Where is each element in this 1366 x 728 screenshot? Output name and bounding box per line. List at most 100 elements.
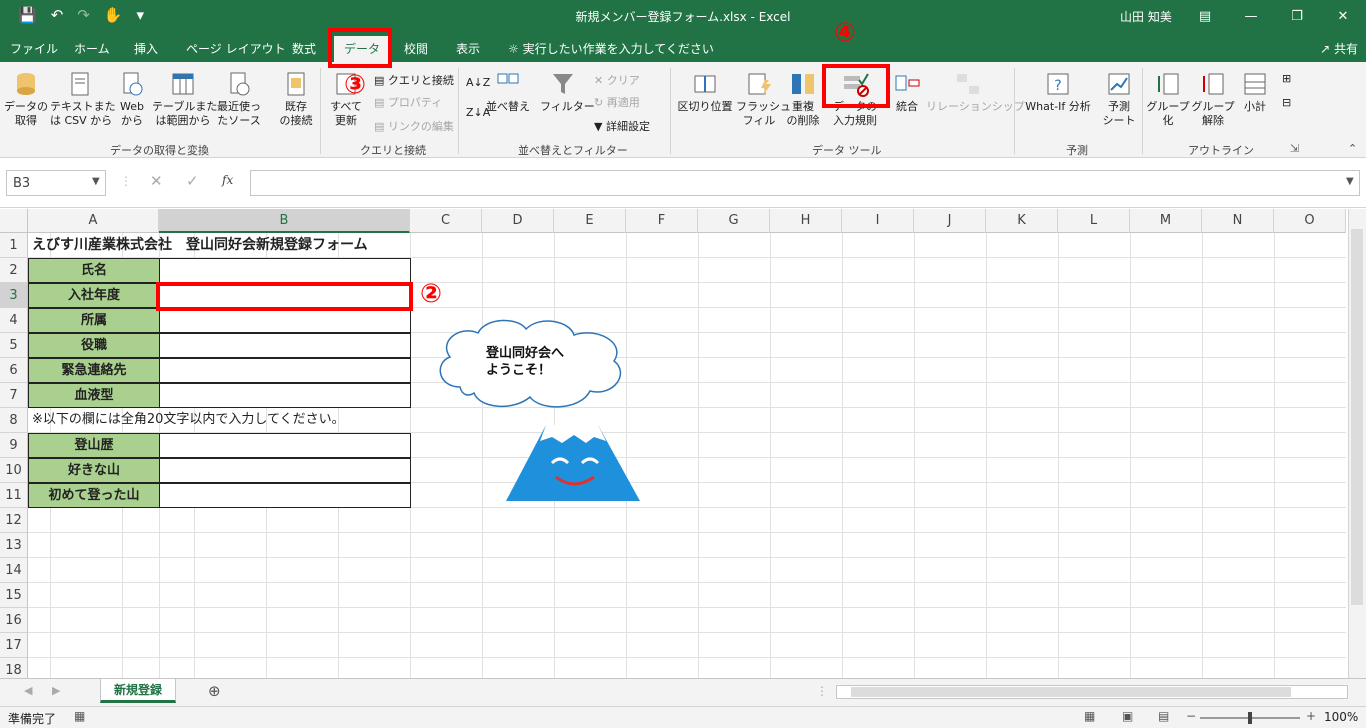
recent-sources-button[interactable]: 最近使っ たソース <box>214 70 264 128</box>
advanced-filter-button[interactable]: ▼ 詳細設定 <box>594 118 650 134</box>
enter-icon[interactable]: ✓ <box>186 172 199 190</box>
input-emergency-contact[interactable] <box>159 358 411 383</box>
column-header-i[interactable]: I <box>842 209 914 233</box>
subtotal-button[interactable]: 小計 <box>1238 70 1272 114</box>
forecast-sheet-button[interactable]: 予測 シート <box>1100 70 1138 128</box>
input-department[interactable] <box>159 308 411 333</box>
consolidate-button[interactable]: 統合 <box>890 70 924 114</box>
horizontal-scroll-thumb[interactable] <box>851 687 1291 697</box>
label-name[interactable]: 氏名 <box>28 258 160 283</box>
label-favorite-mountain[interactable]: 好きな山 <box>28 458 160 483</box>
row-header[interactable]: 4 <box>0 308 28 333</box>
row-header[interactable]: 7 <box>0 383 28 408</box>
row-header[interactable]: 17 <box>0 633 28 658</box>
input-position[interactable] <box>159 333 411 358</box>
splitter-icon[interactable]: ⋮ <box>816 684 828 698</box>
column-header-c[interactable]: C <box>410 209 482 233</box>
row-header[interactable]: 10 <box>0 458 28 483</box>
from-web-button[interactable]: Web から <box>114 70 150 128</box>
row-header[interactable]: 8 <box>0 408 28 433</box>
label-climbing-history[interactable]: 登山歴 <box>28 433 160 458</box>
reapply-button[interactable]: ↻ 再適用 <box>594 94 640 110</box>
column-header-l[interactable]: L <box>1058 209 1130 233</box>
filter-button[interactable]: フィルター <box>540 70 595 114</box>
horizontal-scrollbar[interactable] <box>836 685 1348 699</box>
column-header-o[interactable]: O <box>1274 209 1346 233</box>
user-name[interactable]: 山田 知美 <box>1120 8 1172 25</box>
properties-button[interactable]: ▤ プロパティ <box>374 94 442 110</box>
get-data-button[interactable]: データの 取得 <box>4 70 48 128</box>
tab-insert[interactable]: 挿入 <box>134 40 158 57</box>
row-header[interactable]: 15 <box>0 583 28 608</box>
column-header-e[interactable]: E <box>554 209 626 233</box>
input-first-mountain[interactable] <box>159 483 411 508</box>
zoom-slider[interactable] <box>1200 712 1300 724</box>
next-sheet-icon[interactable]: ▶ <box>52 684 60 697</box>
input-blood-type[interactable] <box>159 383 411 408</box>
zoom-in-icon[interactable]: + <box>1306 709 1316 723</box>
prev-sheet-icon[interactable]: ◀ <box>24 684 32 697</box>
column-header-g[interactable]: G <box>698 209 770 233</box>
label-join-year[interactable]: 入社年度 <box>28 283 160 308</box>
row-header[interactable]: 1 <box>0 233 28 258</box>
tab-formulas[interactable]: 数式 <box>292 40 316 57</box>
tab-home[interactable]: ホーム <box>74 40 110 57</box>
macro-record-icon[interactable]: ▦ <box>74 709 85 723</box>
relationships-button[interactable]: リレーションシップ <box>926 70 1025 114</box>
zoom-out-icon[interactable]: − <box>1186 709 1196 723</box>
add-sheet-icon[interactable]: ⊕ <box>208 682 221 700</box>
row-header[interactable]: 5 <box>0 333 28 358</box>
tab-view[interactable]: 表示 <box>456 40 480 57</box>
sheet-tab-shinki-toroku[interactable]: 新規登録 <box>100 679 176 703</box>
input-note[interactable]: ※以下の欄には全角20文字以内で入力してください。 <box>28 408 410 433</box>
ribbon-display-icon[interactable]: ▤ <box>1182 0 1228 32</box>
form-title[interactable]: えびす川産業株式会社 登山同好会新規登録フォーム <box>28 233 410 258</box>
close-icon[interactable]: ✕ <box>1320 0 1366 32</box>
minimize-icon[interactable]: — <box>1228 0 1274 32</box>
name-box-dropdown-icon[interactable]: ▼ <box>92 176 100 187</box>
column-header-b[interactable]: B <box>159 209 410 233</box>
insert-function-icon[interactable]: fx <box>222 173 233 187</box>
dialog-launcher-icon[interactable]: ⇲ <box>1290 142 1299 155</box>
row-header[interactable]: 11 <box>0 483 28 508</box>
group-button[interactable]: グループ 化 <box>1146 70 1190 128</box>
name-box[interactable]: B3 <box>6 170 106 196</box>
row-header[interactable]: 16 <box>0 608 28 633</box>
row-header[interactable]: 3 <box>0 283 28 308</box>
sort-button[interactable]: 並べ替え <box>486 70 530 114</box>
select-all-corner[interactable] <box>0 209 28 233</box>
normal-view-icon[interactable]: ▦ <box>1084 709 1095 723</box>
label-first-mountain[interactable]: 初めて登った山 <box>28 483 160 508</box>
tab-page-layout[interactable]: ページ レイアウト <box>186 40 286 57</box>
tell-me-search[interactable]: ☼ 実行したい作業を入力してください <box>508 40 714 57</box>
label-department[interactable]: 所属 <box>28 308 160 333</box>
vertical-scrollbar[interactable] <box>1348 209 1366 678</box>
input-name[interactable] <box>159 258 411 283</box>
row-header[interactable]: 2 <box>0 258 28 283</box>
input-climbing-history[interactable] <box>159 433 411 458</box>
column-header-j[interactable]: J <box>914 209 986 233</box>
remove-duplicates-button[interactable]: 重複 の削除 <box>784 70 822 128</box>
expand-formula-icon[interactable]: ▼ <box>1346 176 1354 187</box>
show-detail-icon[interactable]: ⊞ <box>1282 72 1291 85</box>
ungroup-button[interactable]: グループ 解除 <box>1190 70 1236 128</box>
text-to-columns-button[interactable]: 区切り位置 <box>676 70 734 114</box>
formula-input[interactable] <box>250 170 1360 196</box>
from-table-button[interactable]: テーブルまた は範囲から <box>152 70 217 128</box>
cancel-icon[interactable]: ✕ <box>150 172 163 190</box>
label-emergency-contact[interactable]: 緊急連絡先 <box>28 358 160 383</box>
zoom-level[interactable]: 100% <box>1324 710 1358 724</box>
row-header[interactable]: 14 <box>0 558 28 583</box>
share-button[interactable]: ↗ 共有 <box>1320 40 1358 57</box>
row-header[interactable]: 9 <box>0 433 28 458</box>
input-favorite-mountain[interactable] <box>159 458 411 483</box>
zoom-slider-thumb[interactable] <box>1248 712 1252 724</box>
column-header-a[interactable]: A <box>28 209 159 233</box>
clear-filter-button[interactable]: ✕ クリア <box>594 72 640 88</box>
column-header-n[interactable]: N <box>1202 209 1274 233</box>
row-header[interactable]: 13 <box>0 533 28 558</box>
hide-detail-icon[interactable]: ⊟ <box>1282 96 1291 109</box>
existing-connections-button[interactable]: 既存 の接続 <box>276 70 316 128</box>
row-header[interactable]: 12 <box>0 508 28 533</box>
queries-connections-button[interactable]: ▤ クエリと接続 <box>374 72 454 88</box>
